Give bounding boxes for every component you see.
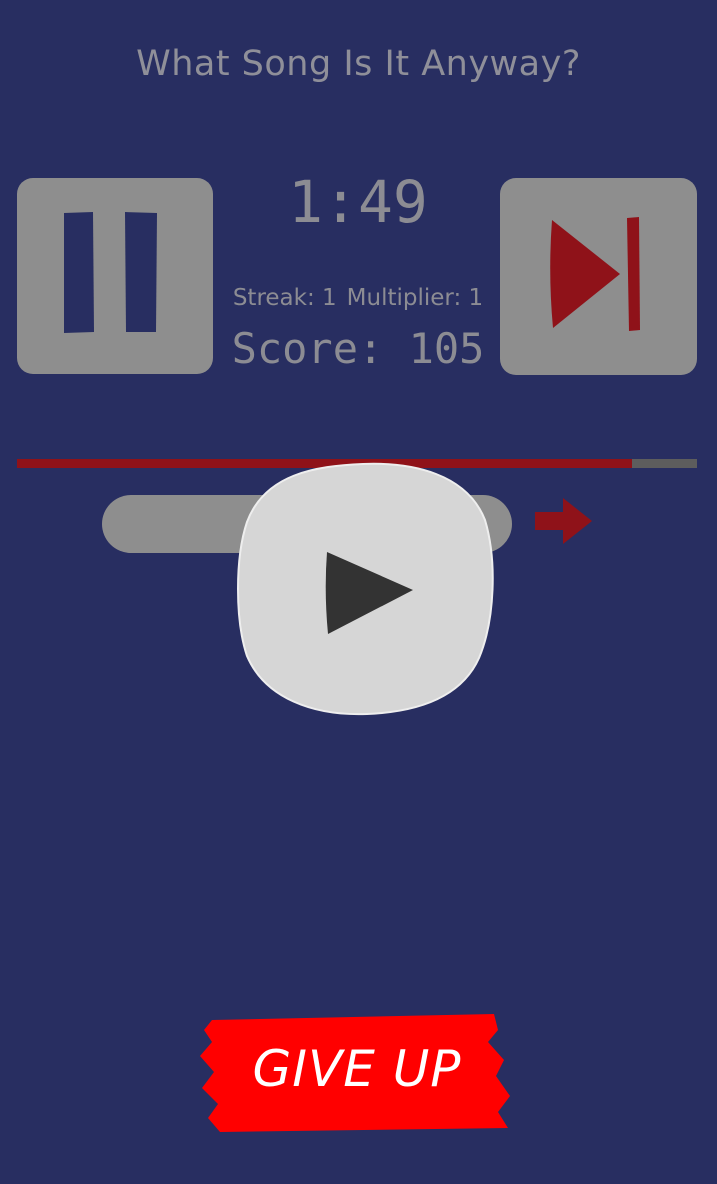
pause-button[interactable] xyxy=(17,178,213,374)
submit-answer-button[interactable] xyxy=(533,496,593,550)
give-up-label: GIVE UP xyxy=(252,1040,462,1098)
score-label: Score: 105 xyxy=(231,324,485,373)
multiplier-label: Multiplier: 1 xyxy=(346,285,484,311)
arrow-right-icon xyxy=(535,498,592,544)
app-title: What Song Is It Anyway? xyxy=(136,44,581,84)
streak-label: Streak: 1 xyxy=(232,285,337,311)
time-remaining: 1:49 xyxy=(288,168,428,236)
skip-button[interactable] xyxy=(500,178,697,375)
play-button[interactable] xyxy=(235,460,497,724)
pause-icon xyxy=(64,212,157,333)
skip-next-icon xyxy=(550,217,640,331)
give-up-button[interactable]: GIVE UP xyxy=(198,1010,516,1134)
stats-row: Streak: 1 Multiplier: 1 xyxy=(216,285,500,311)
